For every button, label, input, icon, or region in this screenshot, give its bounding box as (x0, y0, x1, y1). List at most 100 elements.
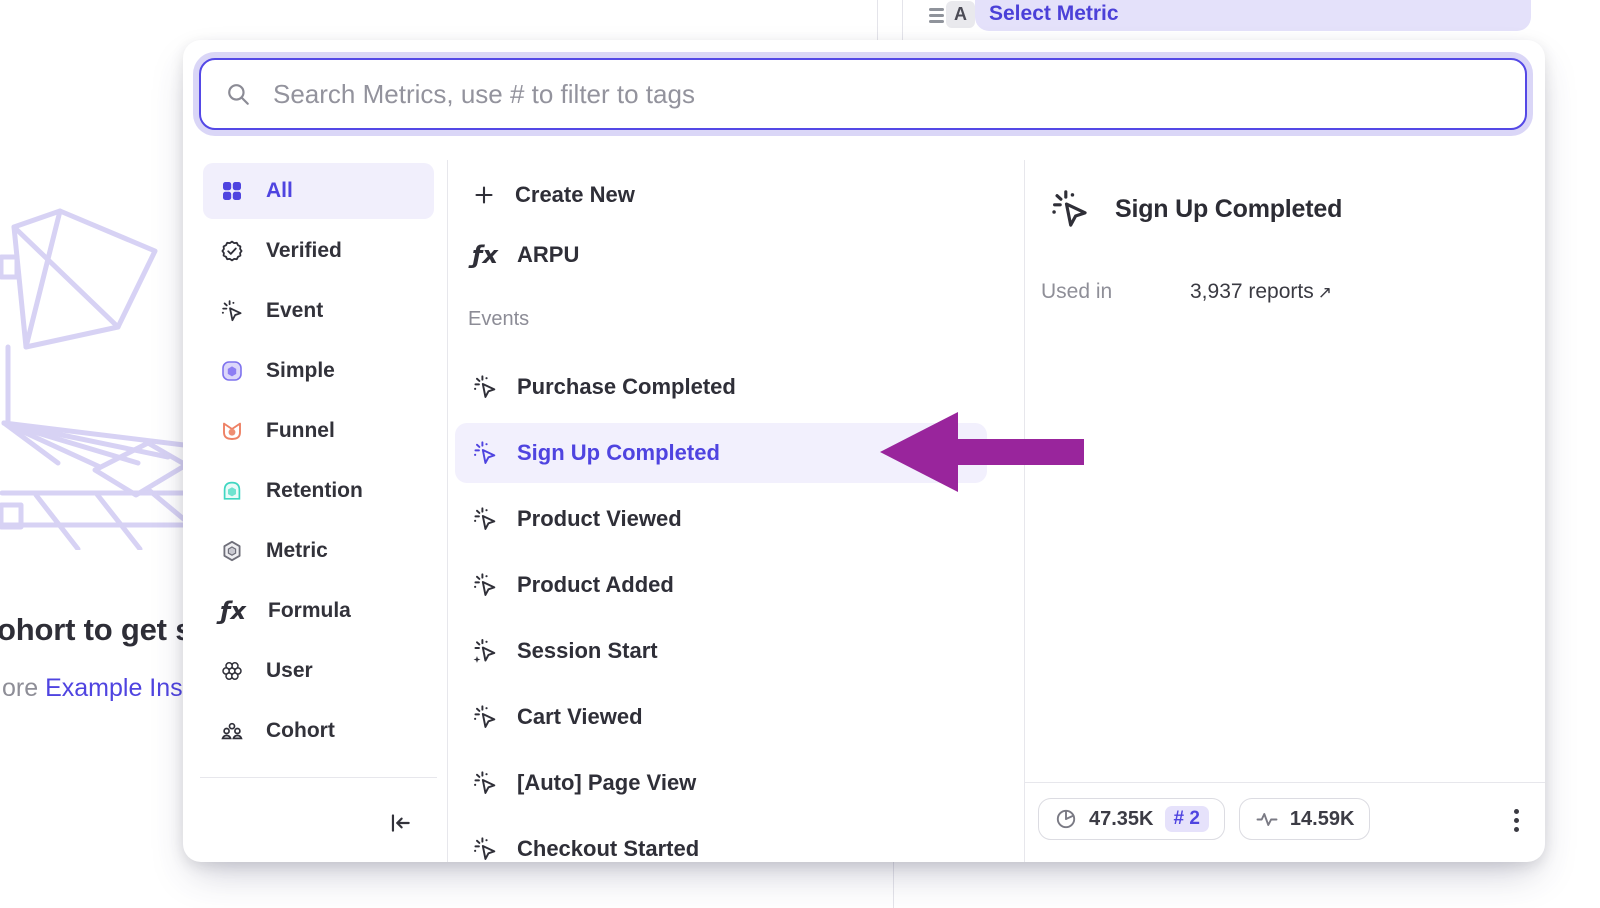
event-item-label: Session Start (517, 638, 658, 664)
funnel-icon (220, 419, 244, 443)
event-item-label: Product Added (517, 572, 674, 598)
bg-card-edge (877, 0, 878, 40)
metric-icon (220, 539, 244, 563)
event-item-label: Cart Viewed (517, 704, 643, 730)
create-new-button[interactable]: Create New (455, 170, 987, 220)
sidebar-item-metric[interactable]: Metric (203, 523, 434, 579)
drag-handle-icon[interactable] (929, 8, 944, 23)
category-sidebar: All Verified Event Simple Funnel Retenti… (203, 163, 434, 763)
event-icon (472, 836, 498, 862)
activity-stat[interactable]: 14.59K (1239, 798, 1371, 840)
retention-icon (220, 479, 244, 503)
metric-picker-modal: All Verified Event Simple Funnel Retenti… (183, 40, 1545, 862)
event-icon (472, 374, 498, 400)
event-icon (472, 770, 498, 796)
list-item-arpu[interactable]: ƒx ARPU (455, 230, 987, 280)
metric-detail-header: Sign Up Completed (1049, 188, 1342, 230)
select-metric-label: Select Metric (989, 0, 1119, 28)
sidebar-item-label: Simple (266, 359, 335, 383)
event-item-product-added[interactable]: Product Added (455, 555, 987, 615)
metric-list: Create New ƒx ARPU Events Purchase Compl… (455, 170, 987, 862)
used-in-reports-link[interactable]: 3,937 reports↗ (1190, 280, 1332, 304)
event-icon (472, 506, 498, 532)
detail-footer-divider (1025, 782, 1545, 783)
event-star-icon (472, 638, 498, 664)
event-item-label: [Auto] Page View (517, 770, 696, 796)
sidebar-item-verified[interactable]: Verified (203, 223, 434, 279)
cohort-icon (220, 719, 244, 743)
used-in-value: 3,937 reports (1190, 280, 1314, 303)
event-item-checkout-started[interactable]: Checkout Started (455, 819, 987, 862)
bg-subline-prefix: ore (2, 674, 45, 702)
collapse-sidebar-button[interactable] (383, 806, 417, 840)
event-item-product-viewed[interactable]: Product Viewed (455, 489, 987, 549)
event-icon (220, 299, 244, 323)
collapse-left-icon (387, 810, 413, 836)
metric-letter-badge: A (946, 1, 975, 28)
event-item-label: Purchase Completed (517, 374, 736, 400)
sidebar-item-all[interactable]: All (203, 163, 434, 219)
bg-headline-text: ohort to get s (0, 612, 192, 648)
sidebar-item-user[interactable]: User (203, 643, 434, 699)
sidebar-footer-divider (200, 777, 437, 778)
event-icon (472, 704, 498, 730)
stat-value: 14.59K (1290, 808, 1355, 831)
sidebar-item-cohort[interactable]: Cohort (203, 703, 434, 759)
metric-detail-title: Sign Up Completed (1115, 195, 1342, 224)
search-icon (225, 81, 251, 107)
bg-subline-text: ore Example Ins (2, 674, 183, 703)
annotation-arrow (876, 408, 1086, 494)
pie-chart-icon (1054, 807, 1078, 831)
sidebar-item-label: Metric (266, 539, 328, 563)
bg-example-link[interactable]: Example Ins (45, 674, 183, 702)
sidebar-item-formula[interactable]: ƒx Formula (203, 583, 434, 639)
rank-badge: # 2 (1165, 806, 1209, 832)
event-item-label: Product Viewed (517, 506, 682, 532)
column-divider (447, 160, 448, 862)
external-link-arrow-icon: ↗ (1318, 283, 1332, 302)
event-item-auto-page-view[interactable]: [Auto] Page View (455, 753, 987, 813)
sidebar-item-label: Formula (268, 599, 351, 623)
sidebar-item-label: Cohort (266, 719, 335, 743)
create-new-label: Create New (515, 182, 635, 208)
formula-icon: ƒx (472, 243, 498, 267)
plus-icon (472, 183, 496, 207)
metric-stats: 47.35K # 2 14.59K (1038, 798, 1370, 840)
event-item-session-start[interactable]: Session Start (455, 621, 987, 681)
sidebar-item-retention[interactable]: Retention (203, 463, 434, 519)
sidebar-item-label: All (266, 179, 293, 203)
sidebar-item-label: Event (266, 299, 323, 323)
event-icon (472, 572, 498, 598)
sidebar-item-label: Verified (266, 239, 342, 263)
column-divider (1024, 160, 1025, 862)
sidebar-item-label: User (266, 659, 313, 683)
sidebar-item-event[interactable]: Event (203, 283, 434, 339)
more-options-button[interactable] (1499, 802, 1533, 838)
search-bar (199, 58, 1527, 130)
sidebar-item-label: Retention (266, 479, 363, 503)
sidebar-item-label: Funnel (266, 419, 335, 443)
arpu-label: ARPU (517, 242, 579, 268)
event-item-label: Checkout Started (517, 836, 699, 862)
event-icon (1049, 188, 1091, 230)
verified-icon (220, 239, 244, 263)
event-item-cart-viewed[interactable]: Cart Viewed (455, 687, 987, 747)
search-input[interactable] (271, 78, 1525, 111)
used-in-label: Used in (1041, 280, 1112, 304)
sidebar-item-funnel[interactable]: Funnel (203, 403, 434, 459)
bg-panel-divider (893, 862, 894, 908)
pulse-icon (1255, 807, 1279, 831)
stat-value: 47.35K (1089, 808, 1154, 831)
events-section-header: Events (455, 308, 987, 332)
sidebar-item-simple[interactable]: Simple (203, 343, 434, 399)
formula-icon: ƒx (220, 599, 246, 623)
bg-card-edge (902, 0, 903, 40)
simple-icon (220, 359, 244, 383)
total-count-stat[interactable]: 47.35K # 2 (1038, 798, 1225, 840)
event-item-label: Sign Up Completed (517, 440, 720, 466)
decorative-wireframe-illustration (0, 205, 186, 550)
select-metric-button[interactable]: Select Metric (975, 0, 1531, 31)
event-icon (472, 440, 498, 466)
user-icon (220, 659, 244, 683)
grid-icon (220, 179, 244, 203)
